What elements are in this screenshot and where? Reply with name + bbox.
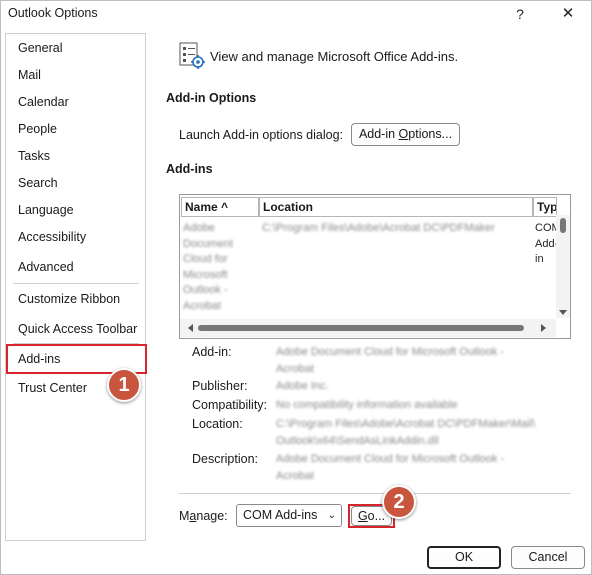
- nav-item-general[interactable]: General: [18, 41, 62, 55]
- manage-label-text: M: [179, 509, 190, 523]
- sort-ascending-icon: ^: [221, 200, 229, 214]
- column-header-name-label: Name: [185, 200, 218, 214]
- description-detail-value: Adobe Document Cloud for Microsoft Outlo…: [276, 453, 505, 482]
- nav-item-mail[interactable]: Mail: [18, 68, 41, 82]
- manage-select-value: COM Add-ins: [243, 508, 318, 522]
- location-detail-label: Location:: [192, 417, 243, 431]
- addins-table: Name ^ Location Typ Adobe Document Cloud…: [179, 194, 571, 339]
- column-header-type[interactable]: Typ: [533, 197, 557, 217]
- nav-divider: [13, 283, 139, 284]
- close-icon[interactable]: ✕: [554, 3, 582, 25]
- nav-item-advanced[interactable]: Advanced: [18, 260, 74, 274]
- vertical-scrollbar[interactable]: [556, 215, 570, 318]
- nav-item-customize-ribbon[interactable]: Customize Ribbon: [18, 292, 120, 306]
- manage-label-text: nage:: [196, 509, 228, 523]
- addin-options-section-title: Add-in Options: [166, 91, 257, 105]
- ok-button[interactable]: OK: [427, 546, 501, 569]
- chevron-down-icon: ⌄: [327, 510, 336, 521]
- column-header-location[interactable]: Location: [259, 197, 533, 217]
- launch-addin-options-label: Launch Add-in options dialog:: [179, 128, 344, 142]
- page-heading: View and manage Microsoft Office Add-ins…: [210, 49, 459, 64]
- row-name-cell[interactable]: Adobe Document Cloud for Microsoft Outlo…: [183, 221, 257, 314]
- addin-detail-value: Adobe Document Cloud for Microsoft Outlo…: [276, 346, 505, 375]
- nav-item-quick-access-toolbar[interactable]: Quick Access Toolbar: [18, 322, 137, 336]
- nav-item-search[interactable]: Search: [18, 176, 58, 190]
- nav-item-language[interactable]: Language: [18, 203, 74, 217]
- nav-item-accessibility[interactable]: Accessibility: [18, 230, 86, 244]
- nav-item-people[interactable]: People: [18, 122, 57, 136]
- window-title: Outlook Options: [8, 6, 98, 20]
- publisher-detail-label: Publisher:: [192, 379, 248, 393]
- manage-divider: [179, 493, 571, 494]
- title-bar: Outlook Options ? ✕: [1, 1, 591, 27]
- addins-section-title: Add-ins: [166, 162, 213, 176]
- compatibility-detail-value: No compatibility information available: [276, 399, 458, 411]
- addins-gear-icon: [178, 41, 208, 71]
- nav-item-calendar[interactable]: Calendar: [18, 95, 69, 109]
- manage-label: Manage:: [179, 509, 228, 523]
- row-type-cell[interactable]: COM Add- in: [535, 221, 557, 268]
- location-detail-value: C:\Program Files\Adobe\Acrobat DC\PDFMak…: [276, 418, 536, 447]
- addin-options-button[interactable]: Add-in Options...: [351, 123, 460, 146]
- column-header-name[interactable]: Name ^: [181, 197, 259, 217]
- addin-options-button-accel: O: [398, 127, 409, 141]
- description-detail-label: Description:: [192, 452, 258, 466]
- cancel-button[interactable]: Cancel: [511, 546, 585, 569]
- outlook-options-dialog: Outlook Options ? ✕ General Mail Calenda…: [0, 0, 592, 575]
- options-category-list: General Mail Calendar People Tasks Searc…: [5, 33, 146, 541]
- horizontal-scrollbar[interactable]: [180, 319, 556, 337]
- manage-addin-type-select[interactable]: COM Add-ins ⌄: [236, 504, 342, 527]
- nav-item-trust-center[interactable]: Trust Center: [18, 381, 87, 395]
- publisher-detail-value: Adobe Inc.: [276, 380, 329, 392]
- compatibility-detail-label: Compatibility:: [192, 398, 268, 412]
- addin-detail-label: Add-in:: [192, 345, 232, 359]
- row-location-cell[interactable]: C:\Program Files\Adobe\Acrobat DC\PDFMak…: [262, 221, 532, 237]
- nav-item-tasks[interactable]: Tasks: [18, 149, 50, 163]
- help-icon[interactable]: ?: [506, 3, 534, 25]
- step-1-badge: 1: [107, 368, 141, 402]
- addin-options-button-text: Add-in: [358, 127, 399, 141]
- addin-options-button-text: ptions...: [408, 127, 453, 141]
- step-2-badge: 2: [382, 485, 416, 519]
